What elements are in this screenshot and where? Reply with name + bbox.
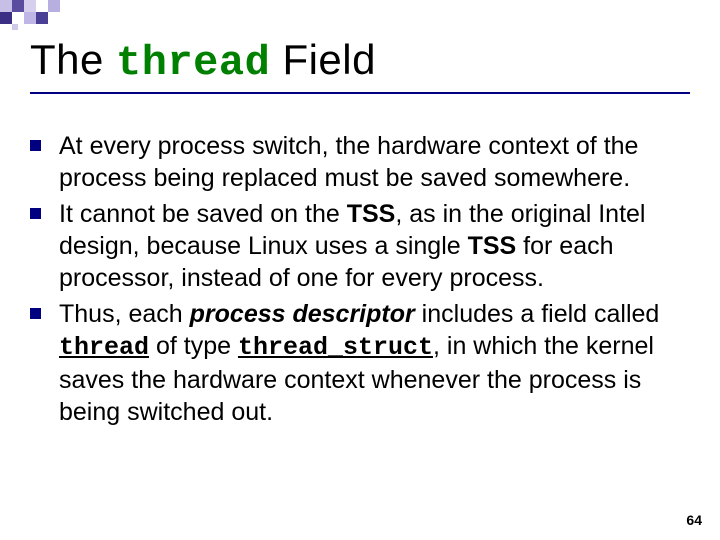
slide: The thread Field At every process switch…: [0, 0, 720, 540]
bullet-text: At every process switch, the hardware co…: [59, 130, 690, 194]
title-post: Field: [270, 36, 376, 83]
list-item: Thus, each process descriptor includes a…: [30, 298, 690, 428]
square-bullet-icon: [30, 308, 41, 319]
page-number: 64: [686, 512, 702, 528]
title-underline: [30, 92, 690, 94]
text-emph: process descriptor: [190, 300, 415, 328]
text-bold: TSS: [347, 200, 396, 228]
bullet-list: At every process switch, the hardware co…: [30, 130, 690, 432]
text-run: It cannot be saved on the: [59, 200, 347, 228]
square-bullet-icon: [30, 140, 41, 151]
title-pre: The: [30, 36, 116, 83]
square-bullet-icon: [30, 208, 41, 219]
list-item: At every process switch, the hardware co…: [30, 130, 690, 194]
text-run: Thus, each: [59, 300, 190, 328]
text-run: At every process switch, the hardware co…: [59, 132, 638, 192]
text-code: thread_struct: [238, 333, 433, 362]
text-code: thread: [59, 333, 149, 362]
slide-title: The thread Field: [30, 36, 690, 87]
text-run: of type: [149, 332, 238, 360]
text-run: includes a field called: [415, 300, 660, 328]
title-code: thread: [116, 39, 270, 87]
bullet-text: It cannot be saved on the TSS, as in the…: [59, 198, 690, 294]
bullet-text: Thus, each process descriptor includes a…: [59, 298, 690, 428]
list-item: It cannot be saved on the TSS, as in the…: [30, 198, 690, 294]
text-bold: TSS: [468, 232, 517, 260]
